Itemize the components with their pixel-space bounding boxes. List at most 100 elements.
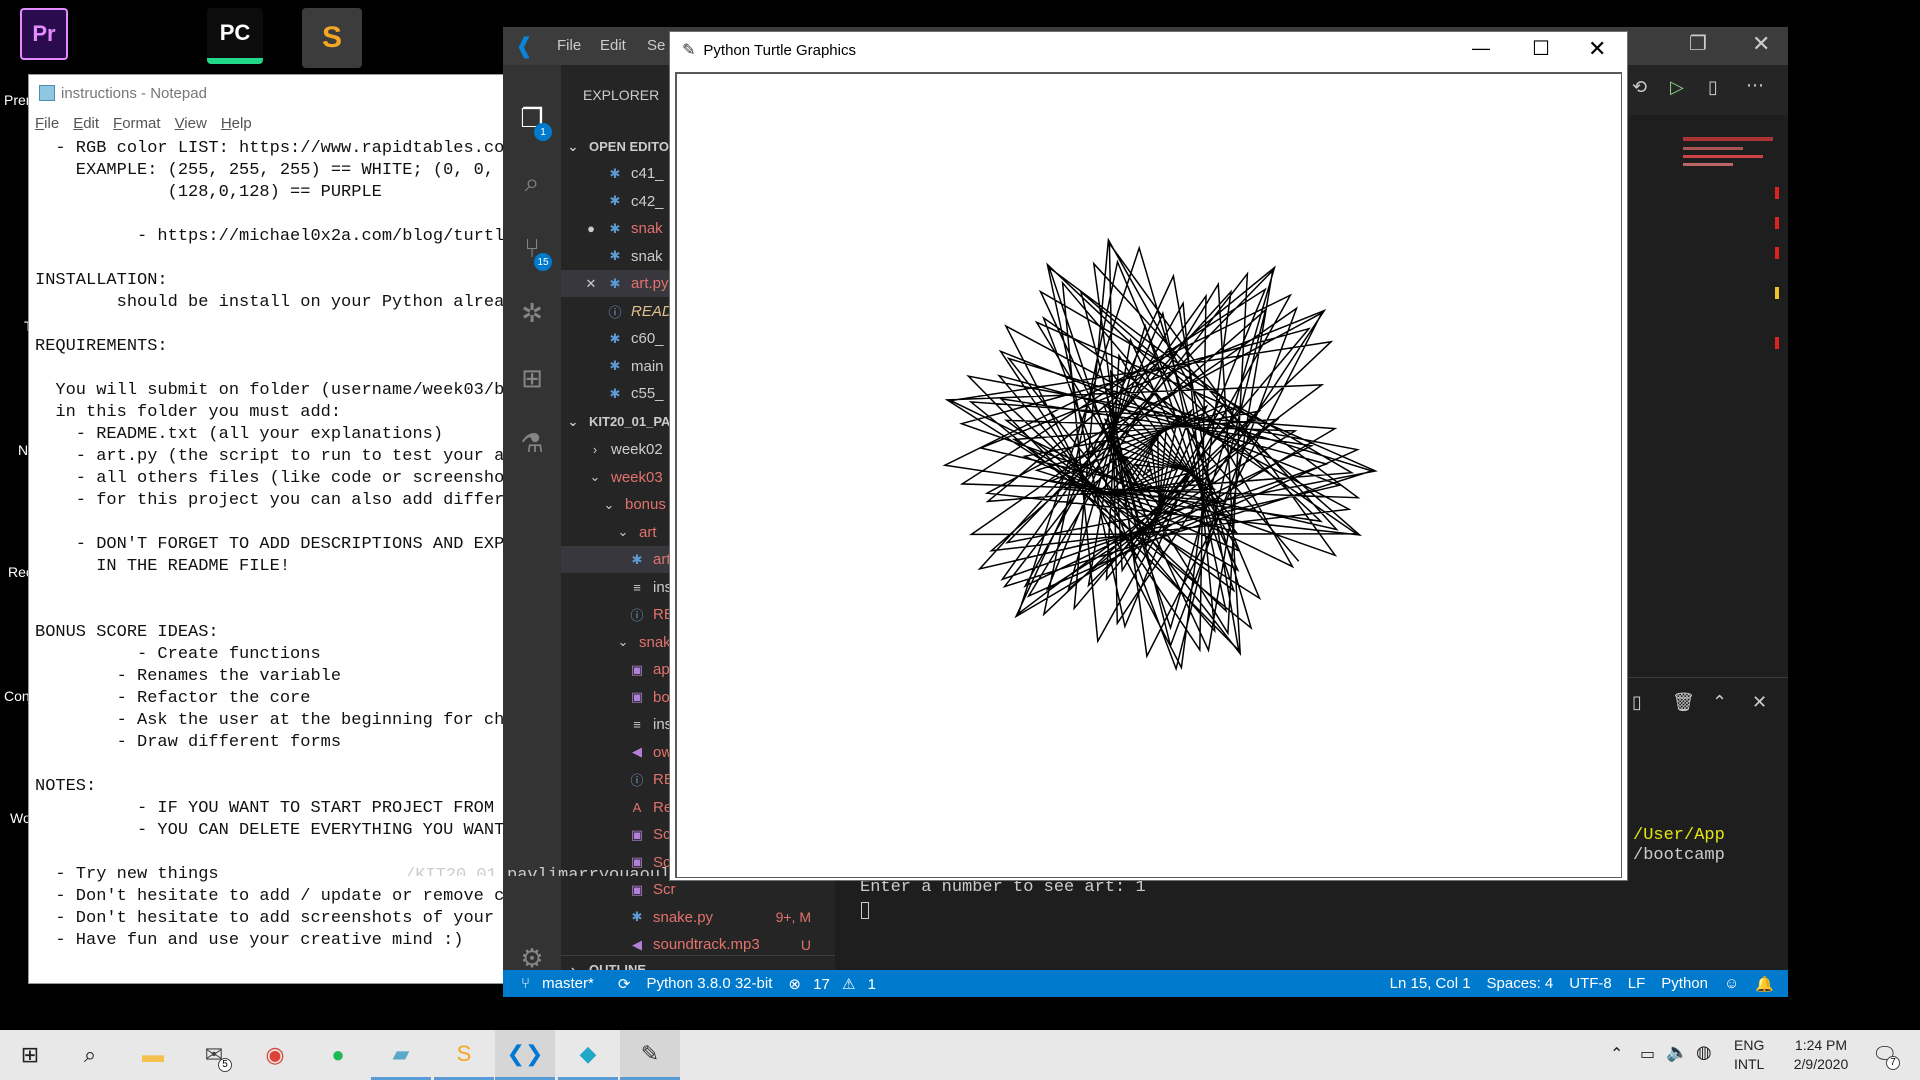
cursor-position[interactable]: Ln 15, Col 1 bbox=[1390, 975, 1471, 992]
tree-item[interactable]: ✱ snake.py 9+, M bbox=[561, 904, 835, 931]
notepad-title: instructions - Notepad bbox=[61, 84, 207, 102]
activity-bar: ❐ 1 ⌕ ⑂ 15 ✲ ⊞ ⚗ ⚙ bbox=[503, 65, 561, 997]
open-editor-label: READ bbox=[631, 302, 673, 320]
compare-icon[interactable]: ⟲ bbox=[1632, 77, 1647, 98]
minimize-icon[interactable]: — bbox=[1472, 38, 1490, 59]
maximize-icon[interactable]: ☐ bbox=[1532, 36, 1550, 61]
chevron-down-icon: ⌄ bbox=[589, 469, 601, 484]
maximize-panel-icon[interactable]: ⌃ bbox=[1712, 692, 1727, 713]
pycharm-icon[interactable]: PC bbox=[207, 8, 263, 64]
chrome-icon[interactable]: ◉ bbox=[245, 1030, 305, 1080]
open-editors-label: OPEN EDITO bbox=[589, 139, 669, 154]
sync-icon[interactable]: ⟳ bbox=[618, 975, 631, 993]
close-editor-icon[interactable]: ✕ bbox=[583, 276, 599, 292]
editor-toolbar: ⟲ ▷ ▯ ⋯ bbox=[1628, 65, 1788, 115]
python-file-icon: ✱ bbox=[609, 358, 621, 373]
tree-item-label: snak bbox=[639, 633, 671, 651]
network-icon[interactable]: ◍ bbox=[1696, 1042, 1712, 1063]
turtle-canvas[interactable] bbox=[675, 72, 1622, 878]
search-icon[interactable]: ⌕ bbox=[517, 167, 547, 198]
open-editor-label: c60_ bbox=[631, 330, 664, 347]
gitkraken-icon[interactable]: ◆ bbox=[558, 1030, 618, 1080]
font-file-icon: A bbox=[632, 799, 642, 815]
branch-indicator[interactable]: ⑂ master* bbox=[521, 975, 602, 992]
notepad-icon[interactable]: ▰ bbox=[371, 1030, 431, 1080]
menu-view[interactable]: View bbox=[175, 115, 207, 132]
python-file-icon: ✱ bbox=[609, 330, 621, 346]
turtle-graphics-window[interactable]: ✎ Python Turtle Graphics — ☐ ✕ bbox=[669, 31, 1628, 881]
menu-file[interactable]: File bbox=[557, 37, 581, 54]
clock[interactable]: 1:24 PM 2/9/2020 bbox=[1780, 1036, 1862, 1074]
battery-icon[interactable]: ▭ bbox=[1640, 1044, 1655, 1064]
file-explorer-icon[interactable]: ▬ bbox=[123, 1030, 183, 1080]
notepad-window[interactable]: instructions - Notepad File Edit Format … bbox=[28, 74, 508, 984]
notepad-titlebar[interactable]: instructions - Notepad bbox=[29, 75, 507, 111]
scrollbar[interactable] bbox=[1775, 177, 1785, 357]
menu-format[interactable]: Format bbox=[113, 115, 161, 132]
python-file-icon: ✱ bbox=[609, 248, 621, 263]
vscode-logo-icon: ❰ bbox=[515, 33, 534, 58]
close-icon[interactable]: ✕ bbox=[1752, 31, 1770, 57]
notification-count: 7 bbox=[1886, 1056, 1900, 1070]
feedback-icon[interactable]: ☺ bbox=[1724, 975, 1739, 992]
taskbar: ⊞ ⌕ ▬ ✉ 5 ◉ ● ▰ S ❮❯ ◆ ✎ ⌃ ▭ 🔈 ◍ ENG INTL 1:24 PM 2… bbox=[0, 1030, 1920, 1080]
problems-indicator[interactable]: ⊗ 17 ⚠ 1 bbox=[788, 975, 884, 993]
turtle-drawing bbox=[942, 237, 1378, 672]
python-interpreter[interactable]: Python 3.8.0 32-bit bbox=[646, 975, 772, 992]
show-hidden-icons[interactable]: ⌃ bbox=[1610, 1044, 1623, 1064]
volume-icon[interactable]: 🔈 bbox=[1666, 1042, 1688, 1063]
debug-icon[interactable]: ✲ bbox=[517, 298, 547, 328]
testing-icon[interactable]: ⚗ bbox=[517, 428, 547, 458]
sublime-taskbar-icon[interactable]: S bbox=[434, 1030, 494, 1080]
notepad-menubar: File Edit Format View Help bbox=[29, 111, 507, 135]
line-ending[interactable]: LF bbox=[1628, 975, 1646, 992]
menu-selection[interactable]: Se bbox=[647, 37, 665, 54]
language-indicator[interactable]: ENG INTL bbox=[1734, 1036, 1764, 1074]
spotify-icon[interactable]: ● bbox=[308, 1030, 368, 1080]
vscode-taskbar-icon[interactable]: ❮❯ bbox=[495, 1030, 555, 1080]
turtle-titlebar[interactable]: ✎ Python Turtle Graphics — ☐ ✕ bbox=[670, 32, 1627, 68]
clock-time: 1:24 PM bbox=[1794, 1037, 1848, 1053]
language-mode[interactable]: Python bbox=[1661, 975, 1708, 992]
tree-item-label: Scr bbox=[653, 881, 676, 898]
split-editor-icon[interactable]: ▯ bbox=[1708, 77, 1718, 98]
python-file-icon: ✱ bbox=[631, 551, 643, 567]
tree-item-label: week02 bbox=[611, 441, 663, 458]
image-file-icon: ▣ bbox=[630, 661, 644, 677]
menu-help[interactable]: Help bbox=[221, 115, 252, 132]
indentation[interactable]: Spaces: 4 bbox=[1487, 975, 1554, 992]
tree-item-label: soundtrack.mp3 bbox=[653, 936, 760, 953]
tree-item[interactable]: ◀ soundtrack.mp3 U bbox=[561, 931, 835, 958]
more-actions-icon[interactable]: ⋯ bbox=[1746, 75, 1764, 96]
notifications-bell-icon[interactable]: 🔔 bbox=[1755, 975, 1774, 993]
trash-icon[interactable]: 🗑 bbox=[1672, 692, 1695, 713]
premiere-icon[interactable]: Pr bbox=[20, 8, 68, 60]
restore-icon[interactable]: ❐ bbox=[1689, 31, 1707, 56]
python-file-icon: ✱ bbox=[609, 193, 621, 208]
panel-actions: ▯ 🗑 ⌃ ✕ bbox=[1628, 692, 1788, 716]
desktop-label: Con bbox=[4, 688, 30, 704]
menu-edit[interactable]: Edit bbox=[600, 37, 626, 54]
feather-icon: ✎ bbox=[682, 42, 696, 59]
lang-primary: ENG bbox=[1734, 1037, 1765, 1053]
close-icon[interactable]: ✕ bbox=[1588, 36, 1606, 62]
search-button[interactable]: ⌕ bbox=[60, 1030, 120, 1080]
encoding[interactable]: UTF-8 bbox=[1569, 975, 1612, 992]
close-panel-icon[interactable]: ✕ bbox=[1752, 692, 1767, 713]
start-button[interactable]: ⊞ bbox=[0, 1030, 60, 1080]
sublime-icon[interactable]: S bbox=[302, 8, 362, 68]
python-turtle-taskbar-icon[interactable]: ✎ bbox=[620, 1030, 680, 1080]
split-terminal-icon[interactable]: ▯ bbox=[1632, 692, 1642, 713]
open-editor-label: c55_ bbox=[631, 385, 664, 402]
run-icon[interactable]: ▷ bbox=[1670, 77, 1684, 98]
menu-file[interactable]: File bbox=[35, 115, 59, 132]
mail-icon[interactable]: ✉ bbox=[184, 1030, 244, 1080]
python-file-icon: ✱ bbox=[609, 220, 621, 236]
tree-item-label: snake.py bbox=[653, 908, 714, 926]
desktop-label: N bbox=[18, 442, 29, 458]
settings-gear-icon[interactable]: ⚙ bbox=[517, 943, 547, 973]
extensions-icon[interactable]: ⊞ bbox=[517, 363, 547, 393]
notepad-text-area[interactable]: - RGB color LIST: https://www.rapidtable… bbox=[29, 135, 507, 981]
terminal-line: /User/App bbox=[1633, 826, 1725, 845]
menu-edit[interactable]: Edit bbox=[73, 115, 99, 132]
